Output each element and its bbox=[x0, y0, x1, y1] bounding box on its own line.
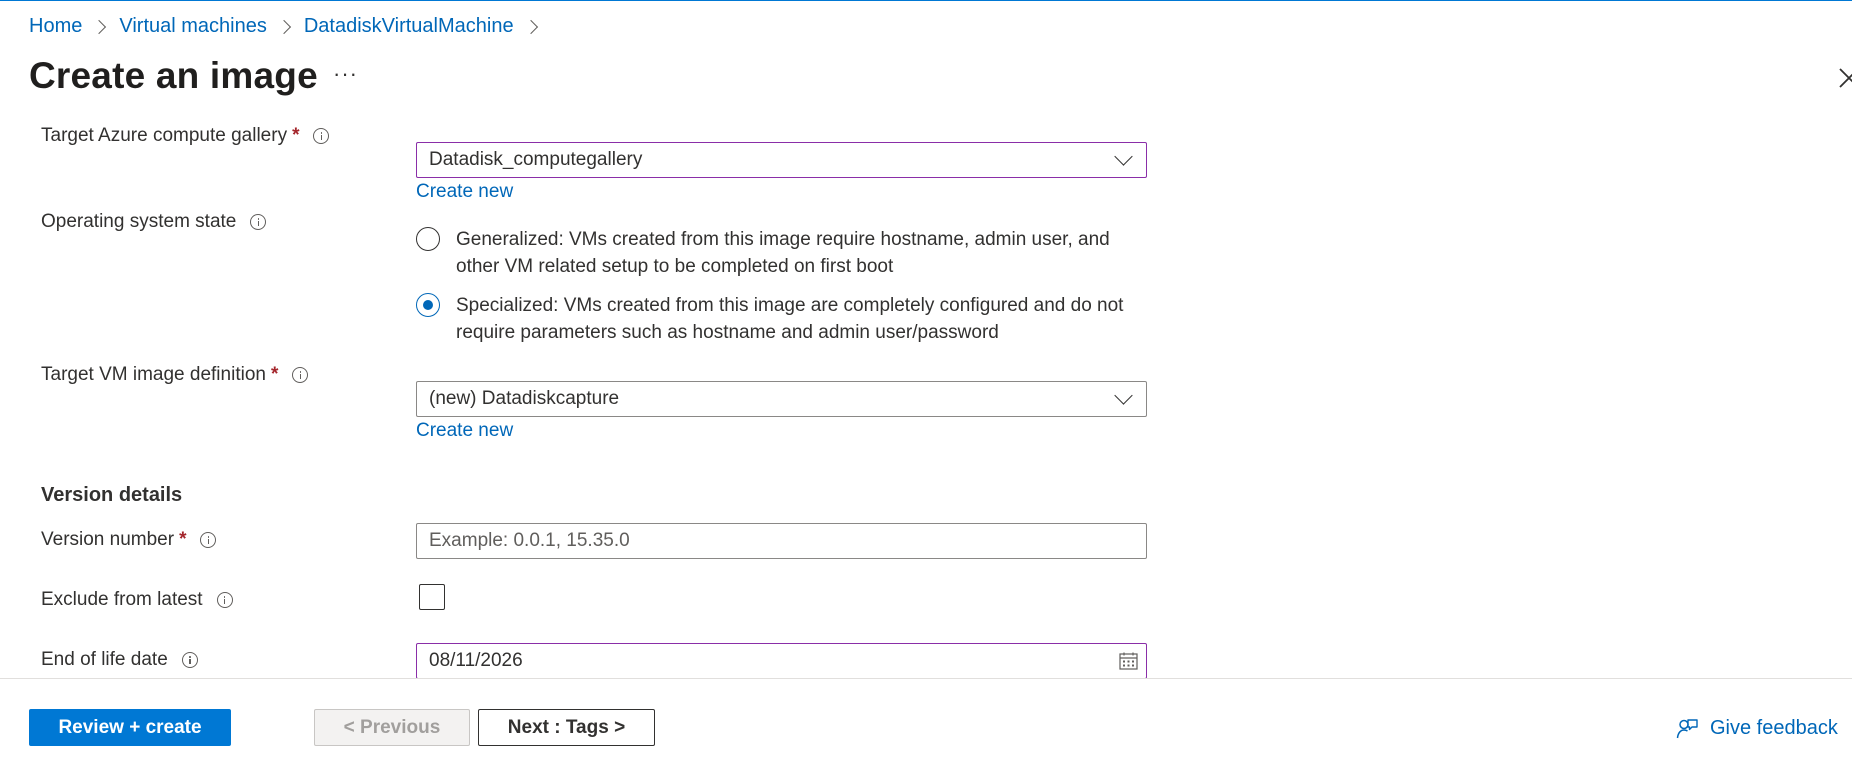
end-of-life-value: 08/11/2026 bbox=[429, 650, 523, 671]
version-number-label-row: Version number * bbox=[41, 529, 217, 551]
chevron-right-icon bbox=[92, 19, 107, 34]
image-definition-select[interactable]: (new) Datadiskcapture bbox=[416, 381, 1147, 417]
chevron-right-icon bbox=[523, 19, 538, 34]
breadcrumb: Home Virtual machines DatadiskVirtualMac… bbox=[29, 15, 551, 38]
end-of-life-label-row: End of life date bbox=[41, 649, 198, 671]
create-image-blade: Home Virtual machines DatadiskVirtualMac… bbox=[0, 0, 1852, 781]
end-of-life-date-input[interactable]: 08/11/2026 bbox=[416, 643, 1147, 678]
info-icon[interactable] bbox=[250, 214, 267, 230]
image-definition-label: Target VM image definition bbox=[41, 364, 266, 385]
required-mark: * bbox=[270, 364, 279, 385]
breadcrumb-vm[interactable]: DatadiskVirtualMachine bbox=[304, 15, 514, 38]
specialized-radio-label: Specialized: VMs created from this image… bbox=[456, 295, 1124, 343]
chevron-right-icon bbox=[276, 19, 291, 34]
image-definition-label-row: Target VM image definition * bbox=[41, 364, 309, 386]
os-state-label: Operating system state bbox=[41, 211, 237, 232]
version-details-heading: Version details bbox=[41, 484, 183, 506]
next-tags-button[interactable]: Next : Tags > bbox=[478, 709, 655, 746]
image-definition-select-value: (new) Datadiskcapture bbox=[429, 388, 620, 409]
footer-bar: Review + create < Previous Next : Tags >… bbox=[0, 678, 1852, 781]
review-create-button[interactable]: Review + create bbox=[29, 709, 231, 746]
os-state-specialized-option[interactable]: Specialized: VMs created from this image… bbox=[416, 292, 1156, 346]
chevron-down-icon bbox=[1114, 147, 1133, 166]
give-feedback-link[interactable]: Give feedback bbox=[1676, 717, 1838, 740]
info-icon[interactable] bbox=[292, 367, 309, 383]
info-icon[interactable] bbox=[200, 532, 217, 548]
gallery-select-value: Datadisk_computegallery bbox=[429, 149, 643, 170]
image-definition-create-new-link[interactable]: Create new bbox=[416, 420, 513, 442]
exclude-latest-label: Exclude from latest bbox=[41, 589, 203, 610]
give-feedback-label: Give feedback bbox=[1710, 717, 1838, 739]
feedback-icon bbox=[1676, 718, 1698, 738]
close-icon[interactable] bbox=[1838, 67, 1852, 89]
os-state-generalized-option[interactable]: Generalized: VMs created from this image… bbox=[416, 226, 1156, 280]
specialized-radio[interactable] bbox=[416, 293, 440, 317]
os-state-label-row: Operating system state bbox=[41, 211, 267, 233]
version-number-placeholder: Example: 0.0.1, 15.35.0 bbox=[429, 530, 630, 551]
breadcrumb-home[interactable]: Home bbox=[29, 15, 82, 38]
info-icon[interactable] bbox=[181, 652, 198, 668]
required-mark: * bbox=[292, 125, 300, 146]
end-of-life-label: End of life date bbox=[41, 649, 168, 670]
gallery-label-row: Target Azure compute gallery * bbox=[41, 125, 330, 147]
exclude-latest-checkbox[interactable] bbox=[419, 584, 445, 610]
generalized-radio[interactable] bbox=[416, 227, 440, 251]
form-scroll-area[interactable]: Target Azure compute gallery * Datadisk_… bbox=[0, 121, 1852, 678]
version-number-input[interactable]: Example: 0.0.1, 15.35.0 bbox=[416, 523, 1147, 559]
info-icon[interactable] bbox=[216, 592, 233, 608]
gallery-create-new-link[interactable]: Create new bbox=[416, 181, 513, 203]
chevron-down-icon bbox=[1114, 386, 1133, 405]
info-icon[interactable] bbox=[313, 128, 330, 144]
previous-button: < Previous bbox=[314, 709, 470, 746]
calendar-icon[interactable] bbox=[1119, 652, 1138, 670]
gallery-select[interactable]: Datadisk_computegallery bbox=[416, 142, 1147, 178]
page-title: Create an image bbox=[29, 55, 318, 96]
more-icon[interactable]: ··· bbox=[333, 61, 358, 87]
breadcrumb-virtual-machines[interactable]: Virtual machines bbox=[119, 15, 266, 38]
exclude-latest-label-row: Exclude from latest bbox=[41, 589, 233, 611]
version-number-label: Version number bbox=[41, 529, 175, 550]
gallery-label: Target Azure compute gallery bbox=[41, 125, 288, 146]
generalized-radio-label: Generalized: VMs created from this image… bbox=[456, 229, 1110, 277]
required-mark: * bbox=[179, 529, 187, 550]
